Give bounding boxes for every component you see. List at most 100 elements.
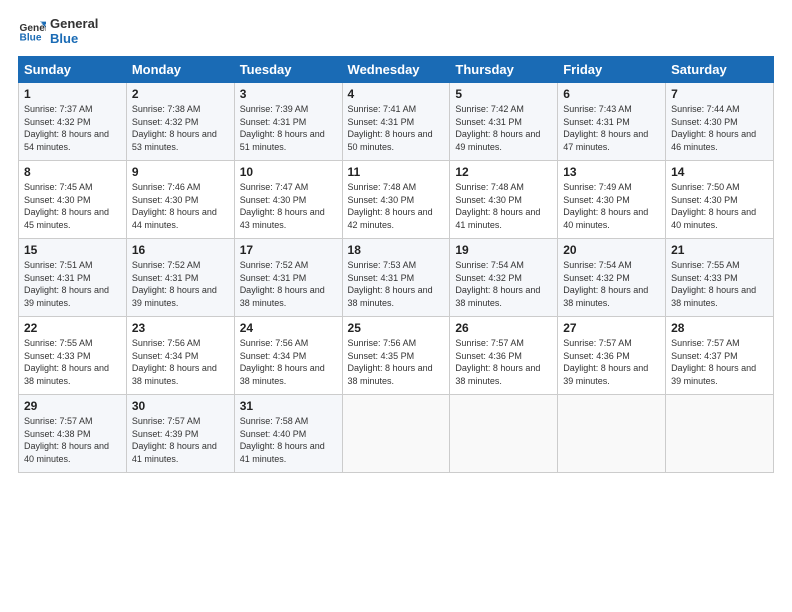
cell-sunrise: Sunrise: 7:56 AMSunset: 4:34 PMDaylight:… bbox=[240, 338, 325, 386]
calendar-cell bbox=[342, 395, 450, 473]
calendar-cell: 28Sunrise: 7:57 AMSunset: 4:37 PMDayligh… bbox=[666, 317, 774, 395]
calendar-cell: 2 Sunrise: 7:38 AMSunset: 4:32 PMDaylight… bbox=[126, 83, 234, 161]
day-number: 17 bbox=[240, 243, 337, 257]
cell-sunrise: Sunrise: 7:56 AMSunset: 4:35 PMDaylight:… bbox=[348, 338, 433, 386]
calendar-cell: 16 Sunrise: 7:52 AMSunset: 4:31 PMDayligh… bbox=[126, 239, 234, 317]
day-number: 2 bbox=[132, 87, 229, 101]
calendar-cell: 18Sunrise: 7:53 AMSunset: 4:31 PMDayligh… bbox=[342, 239, 450, 317]
calendar-cell: 17 Sunrise: 7:52 AMSunset: 4:31 PMDayligh… bbox=[234, 239, 342, 317]
cell-sunrise: Sunrise: 7:41 AMSunset: 4:31 PMDaylight:… bbox=[348, 104, 433, 152]
cell-sunrise: Sunrise: 7:44 AMSunset: 4:30 PMDaylight:… bbox=[671, 104, 756, 152]
day-number: 13 bbox=[563, 165, 660, 179]
calendar-cell: 3 Sunrise: 7:39 AMSunset: 4:31 PMDaylight… bbox=[234, 83, 342, 161]
day-number: 26 bbox=[455, 321, 552, 335]
calendar-cell: 24 Sunrise: 7:56 AMSunset: 4:34 PMDayligh… bbox=[234, 317, 342, 395]
col-header-sunday: Sunday bbox=[19, 57, 127, 83]
calendar-cell: 4 Sunrise: 7:41 AMSunset: 4:31 PMDaylight… bbox=[342, 83, 450, 161]
day-number: 31 bbox=[240, 399, 337, 413]
cell-sunrise: Sunrise: 7:39 AMSunset: 4:31 PMDaylight:… bbox=[240, 104, 325, 152]
day-number: 19 bbox=[455, 243, 552, 257]
day-number: 23 bbox=[132, 321, 229, 335]
calendar-cell: 6 Sunrise: 7:43 AMSunset: 4:31 PMDaylight… bbox=[558, 83, 666, 161]
calendar-cell: 12Sunrise: 7:48 AMSunset: 4:30 PMDayligh… bbox=[450, 161, 558, 239]
cell-sunrise: Sunrise: 7:56 AMSunset: 4:34 PMDaylight:… bbox=[132, 338, 217, 386]
day-number: 8 bbox=[24, 165, 121, 179]
week-row-1: 1 Sunrise: 7:37 AMSunset: 4:32 PMDaylight… bbox=[19, 83, 774, 161]
col-header-wednesday: Wednesday bbox=[342, 57, 450, 83]
calendar-cell: 13 Sunrise: 7:49 AMSunset: 4:30 PMDayligh… bbox=[558, 161, 666, 239]
cell-sunrise: Sunrise: 7:37 AMSunset: 4:32 PMDaylight:… bbox=[24, 104, 109, 152]
day-number: 30 bbox=[132, 399, 229, 413]
calendar-table: SundayMondayTuesdayWednesdayThursdayFrid… bbox=[18, 56, 774, 473]
cell-sunrise: Sunrise: 7:53 AMSunset: 4:31 PMDaylight:… bbox=[348, 260, 433, 308]
cell-sunrise: Sunrise: 7:54 AMSunset: 4:32 PMDaylight:… bbox=[455, 260, 540, 308]
calendar-cell: 23 Sunrise: 7:56 AMSunset: 4:34 PMDayligh… bbox=[126, 317, 234, 395]
col-header-saturday: Saturday bbox=[666, 57, 774, 83]
day-number: 15 bbox=[24, 243, 121, 257]
logo: General Blue General Blue bbox=[18, 16, 98, 46]
cell-sunrise: Sunrise: 7:45 AMSunset: 4:30 PMDaylight:… bbox=[24, 182, 109, 230]
day-number: 14 bbox=[671, 165, 768, 179]
calendar-cell: 20Sunrise: 7:54 AMSunset: 4:32 PMDayligh… bbox=[558, 239, 666, 317]
calendar-cell bbox=[558, 395, 666, 473]
cell-sunrise: Sunrise: 7:48 AMSunset: 4:30 PMDaylight:… bbox=[455, 182, 540, 230]
day-number: 4 bbox=[348, 87, 445, 101]
cell-sunrise: Sunrise: 7:52 AMSunset: 4:31 PMDaylight:… bbox=[240, 260, 325, 308]
cell-sunrise: Sunrise: 7:52 AMSunset: 4:31 PMDaylight:… bbox=[132, 260, 217, 308]
calendar-cell bbox=[450, 395, 558, 473]
cell-sunrise: Sunrise: 7:55 AMSunset: 4:33 PMDaylight:… bbox=[24, 338, 109, 386]
cell-sunrise: Sunrise: 7:43 AMSunset: 4:31 PMDaylight:… bbox=[563, 104, 648, 152]
cell-sunrise: Sunrise: 7:54 AMSunset: 4:32 PMDaylight:… bbox=[563, 260, 648, 308]
cell-sunrise: Sunrise: 7:57 AMSunset: 4:37 PMDaylight:… bbox=[671, 338, 756, 386]
day-number: 16 bbox=[132, 243, 229, 257]
calendar-cell: 31Sunrise: 7:58 AMSunset: 4:40 PMDayligh… bbox=[234, 395, 342, 473]
calendar-cell: 11Sunrise: 7:48 AMSunset: 4:30 PMDayligh… bbox=[342, 161, 450, 239]
calendar-page: General Blue General Blue SundayMondayTu… bbox=[0, 0, 792, 612]
calendar-cell: 26 Sunrise: 7:57 AMSunset: 4:36 PMDayligh… bbox=[450, 317, 558, 395]
calendar-cell: 14 Sunrise: 7:50 AMSunset: 4:30 PMDayligh… bbox=[666, 161, 774, 239]
day-number: 21 bbox=[671, 243, 768, 257]
cell-sunrise: Sunrise: 7:55 AMSunset: 4:33 PMDaylight:… bbox=[671, 260, 756, 308]
svg-text:Blue: Blue bbox=[20, 32, 42, 43]
logo-icon: General Blue bbox=[18, 17, 46, 45]
day-number: 27 bbox=[563, 321, 660, 335]
cell-sunrise: Sunrise: 7:50 AMSunset: 4:30 PMDaylight:… bbox=[671, 182, 756, 230]
col-header-tuesday: Tuesday bbox=[234, 57, 342, 83]
cell-sunrise: Sunrise: 7:51 AMSunset: 4:31 PMDaylight:… bbox=[24, 260, 109, 308]
header: General Blue General Blue bbox=[18, 16, 774, 46]
cell-sunrise: Sunrise: 7:57 AMSunset: 4:36 PMDaylight:… bbox=[455, 338, 540, 386]
calendar-cell bbox=[666, 395, 774, 473]
calendar-cell: 1 Sunrise: 7:37 AMSunset: 4:32 PMDaylight… bbox=[19, 83, 127, 161]
week-row-5: 29Sunrise: 7:57 AMSunset: 4:38 PMDayligh… bbox=[19, 395, 774, 473]
day-number: 29 bbox=[24, 399, 121, 413]
day-number: 10 bbox=[240, 165, 337, 179]
calendar-cell: 19 Sunrise: 7:54 AMSunset: 4:32 PMDayligh… bbox=[450, 239, 558, 317]
week-row-4: 22Sunrise: 7:55 AMSunset: 4:33 PMDayligh… bbox=[19, 317, 774, 395]
day-number: 24 bbox=[240, 321, 337, 335]
cell-sunrise: Sunrise: 7:42 AMSunset: 4:31 PMDaylight:… bbox=[455, 104, 540, 152]
day-number: 9 bbox=[132, 165, 229, 179]
cell-sunrise: Sunrise: 7:47 AMSunset: 4:30 PMDaylight:… bbox=[240, 182, 325, 230]
calendar-cell: 29Sunrise: 7:57 AMSunset: 4:38 PMDayligh… bbox=[19, 395, 127, 473]
col-header-thursday: Thursday bbox=[450, 57, 558, 83]
day-number: 6 bbox=[563, 87, 660, 101]
day-number: 3 bbox=[240, 87, 337, 101]
calendar-cell: 27 Sunrise: 7:57 AMSunset: 4:36 PMDayligh… bbox=[558, 317, 666, 395]
day-number: 5 bbox=[455, 87, 552, 101]
cell-sunrise: Sunrise: 7:57 AMSunset: 4:36 PMDaylight:… bbox=[563, 338, 648, 386]
calendar-cell: 25 Sunrise: 7:56 AMSunset: 4:35 PMDayligh… bbox=[342, 317, 450, 395]
day-number: 11 bbox=[348, 165, 445, 179]
col-header-monday: Monday bbox=[126, 57, 234, 83]
cell-sunrise: Sunrise: 7:38 AMSunset: 4:32 PMDaylight:… bbox=[132, 104, 217, 152]
day-number: 7 bbox=[671, 87, 768, 101]
calendar-cell: 7 Sunrise: 7:44 AMSunset: 4:30 PMDaylight… bbox=[666, 83, 774, 161]
day-number: 1 bbox=[24, 87, 121, 101]
cell-sunrise: Sunrise: 7:46 AMSunset: 4:30 PMDaylight:… bbox=[132, 182, 217, 230]
calendar-cell: 8 Sunrise: 7:45 AMSunset: 4:30 PMDaylight… bbox=[19, 161, 127, 239]
day-number: 25 bbox=[348, 321, 445, 335]
calendar-cell: 10 Sunrise: 7:47 AMSunset: 4:30 PMDayligh… bbox=[234, 161, 342, 239]
week-row-3: 15 Sunrise: 7:51 AMSunset: 4:31 PMDayligh… bbox=[19, 239, 774, 317]
cell-sunrise: Sunrise: 7:49 AMSunset: 4:30 PMDaylight:… bbox=[563, 182, 648, 230]
calendar-cell: 22Sunrise: 7:55 AMSunset: 4:33 PMDayligh… bbox=[19, 317, 127, 395]
calendar-cell: 21 Sunrise: 7:55 AMSunset: 4:33 PMDayligh… bbox=[666, 239, 774, 317]
